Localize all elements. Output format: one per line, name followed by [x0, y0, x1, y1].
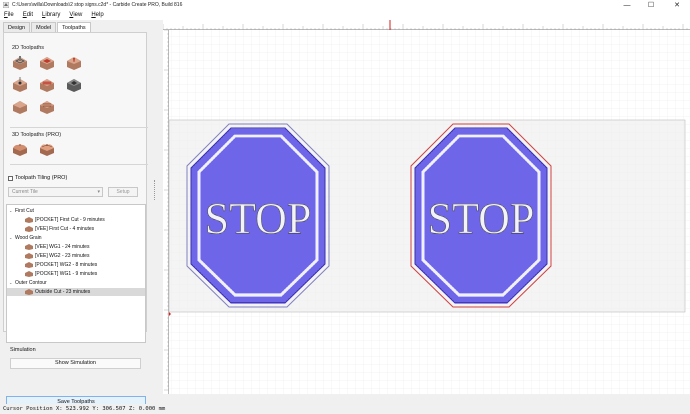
tree-item[interactable]: [VEE] WG2 - 23 minutes — [25, 252, 89, 260]
window-title: C:\Users\willa\Downloads\2 stop signs.c2… — [12, 2, 183, 8]
tree-group-label: First Cut — [15, 208, 34, 214]
pocket-icon — [25, 217, 33, 223]
menu-view[interactable]: View — [69, 12, 82, 18]
vcarve-toolpath-button[interactable] — [65, 55, 83, 71]
contour-icon — [25, 289, 33, 295]
ruler-left — [163, 29, 169, 394]
simulation-label: Simulation — [10, 347, 36, 353]
tree-group-label: Wood Grain — [15, 235, 42, 241]
tree-item[interactable]: [POCKET] First Cut - 9 minutes — [25, 216, 105, 224]
tab-model[interactable]: Model — [31, 22, 57, 32]
show-simulation-button[interactable]: Show Simulation — [10, 358, 141, 369]
menu-edit[interactable]: Edit — [23, 12, 33, 18]
toolpath-tiling-label: Toolpath Tiling (PRO) — [15, 175, 68, 181]
canvas-drawing: STOP STOP — [163, 30, 690, 394]
close-button[interactable]: ✕ — [668, 0, 686, 10]
section-2d-toolpaths: 2D Toolpaths — [12, 45, 45, 51]
status-bar: Cursor Position X: 523.992 Y: 306.507 Z:… — [0, 404, 690, 414]
advanced-vcarve-icon — [67, 79, 81, 92]
ruler-top-ticks — [162, 20, 688, 30]
menu-help[interactable]: Help — [91, 12, 103, 18]
ruler-top — [162, 20, 690, 30]
tab-design[interactable]: Design — [3, 22, 31, 32]
rough-pocket-button[interactable] — [38, 99, 56, 115]
3d-finish-icon — [40, 144, 54, 156]
section-3d-toolpaths: 3D Toolpaths (PRO) — [12, 132, 62, 138]
3d-rough-button[interactable] — [11, 141, 29, 157]
chevron-down-icon: ▾ — [97, 189, 100, 195]
left-sign-text: STOP — [205, 194, 312, 243]
pocket-toolpath-icon — [40, 57, 54, 70]
right-sign-text: STOP — [428, 194, 535, 243]
tree-item[interactable]: [POCKET] WG2 - 8 minutes — [25, 261, 97, 269]
contour-toolpath-icon — [13, 56, 27, 70]
tree-item[interactable]: [POCKET] WG1 - 9 minutes — [25, 270, 97, 278]
stop-sign-left[interactable]: STOP — [186, 123, 330, 308]
vee-icon — [25, 244, 33, 250]
maximize-button[interactable]: ☐ — [642, 0, 660, 10]
menu-library[interactable]: Library — [42, 12, 60, 18]
drill-toolpath-button[interactable] — [11, 77, 29, 93]
facing-toolpath-icon — [13, 101, 27, 114]
tree-item-selected[interactable]: Outside Cut - 23 minutes — [7, 288, 145, 296]
tree-item[interactable]: [VEE] WG1 - 24 minutes — [25, 243, 89, 251]
drill-toolpath-icon — [13, 77, 27, 92]
3d-finish-button[interactable] — [38, 141, 56, 157]
tile-select[interactable]: Current Tile ▾ — [8, 187, 103, 197]
sidebar-tabs: Design Model Toolpaths — [3, 22, 92, 32]
tile-select-value: Current Tile — [12, 189, 38, 195]
rough-pocket-icon — [40, 101, 54, 114]
tree-group-wood-grain[interactable]: ⌄ Wood Grain — [9, 234, 42, 242]
texture-toolpath-button[interactable] — [38, 77, 56, 93]
setup-button[interactable]: Setup — [108, 187, 138, 197]
vcarve-toolpath-icon — [67, 57, 81, 70]
pocket-icon — [25, 271, 33, 277]
facing-toolpath-button[interactable] — [11, 99, 29, 115]
3d-rough-icon — [13, 144, 27, 156]
vee-icon — [25, 253, 33, 259]
vee-icon — [25, 226, 33, 232]
pocket-toolpath-button[interactable] — [38, 55, 56, 71]
stop-sign-right[interactable]: STOP — [410, 123, 552, 308]
panel-splitter[interactable] — [150, 20, 163, 394]
minimize-button[interactable]: — — [618, 0, 636, 10]
divider — [10, 127, 148, 128]
menu-bar: File Edit Library View Help — [0, 10, 690, 20]
tree-item[interactable]: [VEE] First Cut - 4 minutes — [25, 225, 94, 233]
contour-toolpath-button[interactable] — [11, 55, 29, 71]
title-bar: C:\Users\willa\Downloads\2 stop signs.c2… — [0, 0, 690, 10]
tree-group-label: Outer Contour — [15, 280, 47, 286]
texture-toolpath-icon — [40, 79, 54, 92]
splitter-grip[interactable] — [154, 180, 156, 200]
sidebar: Design Model Toolpaths 2D Toolpaths 3D T… — [0, 20, 150, 408]
tab-toolpaths[interactable]: Toolpaths — [57, 22, 91, 32]
toolpath-tree: ⌄ First Cut [POCKET] First Cut - 9 minut… — [6, 204, 146, 343]
divider — [10, 164, 148, 165]
app-icon — [3, 2, 9, 8]
ruler-left-ticks — [164, 29, 169, 391]
tree-group-first-cut[interactable]: ⌄ First Cut — [9, 207, 34, 215]
tree-group-outer-contour[interactable]: ⌄ Outer Contour — [9, 279, 47, 287]
pocket-icon — [25, 262, 33, 268]
advanced-vcarve-button[interactable] — [65, 77, 83, 93]
toolpath-tiling-checkbox[interactable] — [8, 176, 13, 181]
menu-file[interactable]: File — [4, 12, 14, 18]
